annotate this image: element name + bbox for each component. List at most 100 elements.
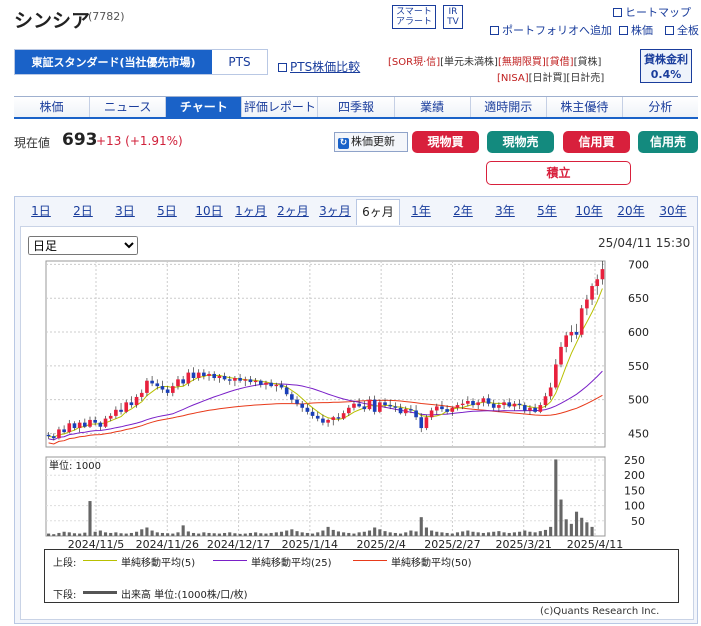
volume-tick-label: 50 bbox=[631, 515, 645, 528]
copyright: (c)Quants Research Inc. bbox=[540, 606, 660, 617]
candle-body bbox=[114, 409, 118, 416]
buy-margin-button[interactable]: 信用買 bbox=[563, 131, 630, 153]
stock-price-link[interactable]: 株価 bbox=[619, 22, 653, 38]
ir-tv-button[interactable]: IR TV bbox=[443, 5, 463, 29]
period-10d[interactable]: 10日 bbox=[188, 199, 230, 225]
period-3y[interactable]: 3年 bbox=[484, 199, 526, 225]
candle-body bbox=[88, 419, 92, 427]
market-tse-standard[interactable]: 東証スタンダード(当社優先市場) bbox=[15, 50, 212, 74]
stock-code: (7782) bbox=[88, 10, 125, 23]
chart-datetime: 25/04/11 15:30 bbox=[598, 236, 691, 250]
period-2m[interactable]: 2ヶ月 bbox=[272, 199, 314, 225]
volume-bar bbox=[512, 532, 516, 536]
volume-bar bbox=[228, 532, 232, 536]
tab-performance[interactable]: 業績 bbox=[394, 97, 471, 117]
tab-shareholder-benefits[interactable]: 株主優待 bbox=[546, 97, 623, 117]
portfolio-add-link[interactable]: ポートフォリオへ追加 bbox=[490, 22, 612, 38]
candle-body bbox=[202, 372, 206, 376]
tab-analysis[interactable]: 分析 bbox=[622, 97, 698, 117]
volume-bar bbox=[171, 533, 175, 536]
volume-bar bbox=[207, 532, 211, 536]
period-6m[interactable]: 6ヶ月 bbox=[356, 199, 400, 225]
volume-bar bbox=[523, 530, 527, 536]
volume-bar bbox=[455, 532, 460, 536]
chart-interval-select[interactable]: 日足 bbox=[28, 236, 138, 255]
tab-rating-report[interactable]: 評価レポート bbox=[242, 97, 319, 117]
period-10y[interactable]: 10年 bbox=[568, 199, 610, 225]
volume-bar bbox=[419, 517, 423, 536]
heatmap-link[interactable]: ヒートマップ bbox=[613, 4, 691, 20]
candle-body bbox=[357, 403, 361, 407]
candle-body bbox=[491, 403, 496, 408]
volume-bar bbox=[326, 526, 330, 536]
candle-body bbox=[554, 364, 558, 388]
period-3d[interactable]: 3日 bbox=[104, 199, 146, 225]
candle-body bbox=[450, 407, 455, 412]
market-pts[interactable]: PTS bbox=[212, 50, 267, 74]
buy-spot-button[interactable]: 現物買 bbox=[412, 131, 479, 153]
volume-bar bbox=[202, 532, 206, 536]
volume-bar bbox=[47, 533, 51, 536]
tsumitate-button[interactable]: 積立 bbox=[486, 161, 631, 185]
volume-bar bbox=[590, 526, 594, 536]
candle-body bbox=[310, 411, 315, 416]
candle-body bbox=[590, 286, 594, 300]
volume-panel-frame bbox=[45, 456, 606, 537]
period-5y[interactable]: 5年 bbox=[526, 199, 568, 225]
lending-fee-badge[interactable]: 貸株金利 0.4% bbox=[640, 49, 692, 83]
volume-bar bbox=[254, 532, 258, 536]
tab-news[interactable]: ニュース bbox=[90, 97, 167, 117]
refresh-price-button[interactable]: ↻ 株価更新 bbox=[334, 132, 408, 152]
candle-body bbox=[341, 413, 346, 419]
tag-nichi-uri: [日計売] bbox=[566, 73, 605, 84]
price-change: +13 (+1.91%) bbox=[96, 134, 183, 148]
volume-bar bbox=[461, 531, 465, 536]
volume-bar bbox=[67, 532, 71, 536]
period-1m[interactable]: 1ヶ月 bbox=[230, 199, 272, 225]
volume-bar bbox=[191, 532, 196, 536]
all-board-link[interactable]: 全板 bbox=[665, 22, 699, 38]
volume-bar bbox=[486, 532, 491, 536]
period-1d[interactable]: 1日 bbox=[20, 199, 62, 225]
tab-chart[interactable]: チャート bbox=[166, 97, 243, 117]
period-5d[interactable]: 5日 bbox=[146, 199, 188, 225]
volume-bar bbox=[388, 532, 392, 536]
candle-body bbox=[522, 405, 527, 411]
period-3m[interactable]: 3ヶ月 bbox=[314, 199, 356, 225]
period-20y[interactable]: 20年 bbox=[610, 199, 652, 225]
volume-bar bbox=[373, 527, 377, 536]
tab-disclosure[interactable]: 適時開示 bbox=[470, 97, 547, 117]
candle-body bbox=[409, 409, 413, 411]
candle-body bbox=[227, 379, 232, 381]
period-30y[interactable]: 30年 bbox=[652, 199, 694, 225]
volume-bar bbox=[466, 530, 470, 536]
pts-compare-link[interactable]: PTS株価比較 bbox=[278, 58, 360, 75]
volume-bar bbox=[274, 532, 278, 536]
sell-margin-button[interactable]: 信用売 bbox=[638, 131, 698, 153]
volume-bar bbox=[140, 529, 144, 536]
candle-body bbox=[388, 405, 393, 407]
period-2d[interactable]: 2日 bbox=[62, 199, 104, 225]
volume-bar bbox=[559, 499, 563, 536]
tab-stock-price[interactable]: 株価 bbox=[14, 97, 91, 117]
volume-bar bbox=[233, 533, 237, 536]
candle-body bbox=[543, 396, 548, 406]
candle-body bbox=[186, 372, 191, 384]
period-1y[interactable]: 1年 bbox=[400, 199, 442, 225]
tab-shikiho[interactable]: 四季報 bbox=[318, 97, 395, 117]
candle-body bbox=[295, 399, 299, 404]
ma25-swatch bbox=[213, 560, 247, 561]
candle-body bbox=[548, 387, 553, 397]
period-2y[interactable]: 2年 bbox=[442, 199, 484, 225]
legend-ma5: 単純移動平均(5) bbox=[121, 558, 196, 569]
smart-alert-button[interactable]: スマート アラート bbox=[392, 5, 436, 29]
volume-bar bbox=[248, 532, 253, 536]
volume-bar bbox=[176, 532, 180, 536]
candle-body bbox=[595, 279, 600, 287]
candle-body bbox=[258, 380, 263, 385]
volume-bar bbox=[347, 532, 351, 536]
volume-bar bbox=[83, 532, 87, 536]
sell-spot-button[interactable]: 現物売 bbox=[487, 131, 554, 153]
candle-body bbox=[455, 405, 460, 408]
price-tick-label: 700 bbox=[628, 258, 649, 271]
